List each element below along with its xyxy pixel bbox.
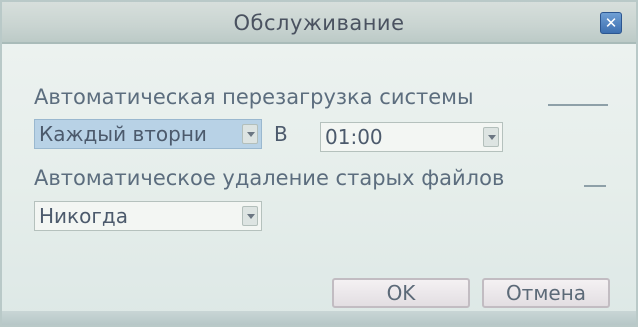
maintenance-dialog: Обслуживание ✕ Автоматическая перезагруз… (0, 0, 638, 327)
reboot-time-value: 01:00 (325, 125, 383, 149)
auto-delete-label: Автоматическое удаление старых файлов (34, 166, 505, 190)
chevron-down-icon[interactable] (242, 206, 258, 226)
auto-reboot-label: Автоматическая перезагрузка системы (34, 85, 474, 109)
reboot-time-select[interactable]: 01:00 (320, 122, 503, 152)
cancel-button[interactable]: Отмена (482, 278, 610, 308)
bottom-border (2, 311, 636, 325)
auto-delete-divider (584, 185, 606, 187)
reboot-day-value: Каждый вторни (39, 122, 207, 146)
chevron-down-icon[interactable] (242, 124, 258, 144)
auto-reboot-divider (548, 104, 608, 106)
dialog-title: Обслуживание (233, 11, 405, 35)
reboot-day-select[interactable]: Каждый вторни (34, 119, 262, 149)
cleanup-select[interactable]: Никогда (34, 201, 262, 231)
cleanup-value: Никогда (39, 204, 128, 228)
chevron-down-icon[interactable] (483, 127, 499, 147)
close-icon[interactable]: ✕ (600, 12, 622, 34)
ok-button[interactable]: OK (332, 278, 470, 308)
at-label: В (274, 122, 288, 146)
title-bar: Обслуживание ✕ (2, 2, 636, 44)
